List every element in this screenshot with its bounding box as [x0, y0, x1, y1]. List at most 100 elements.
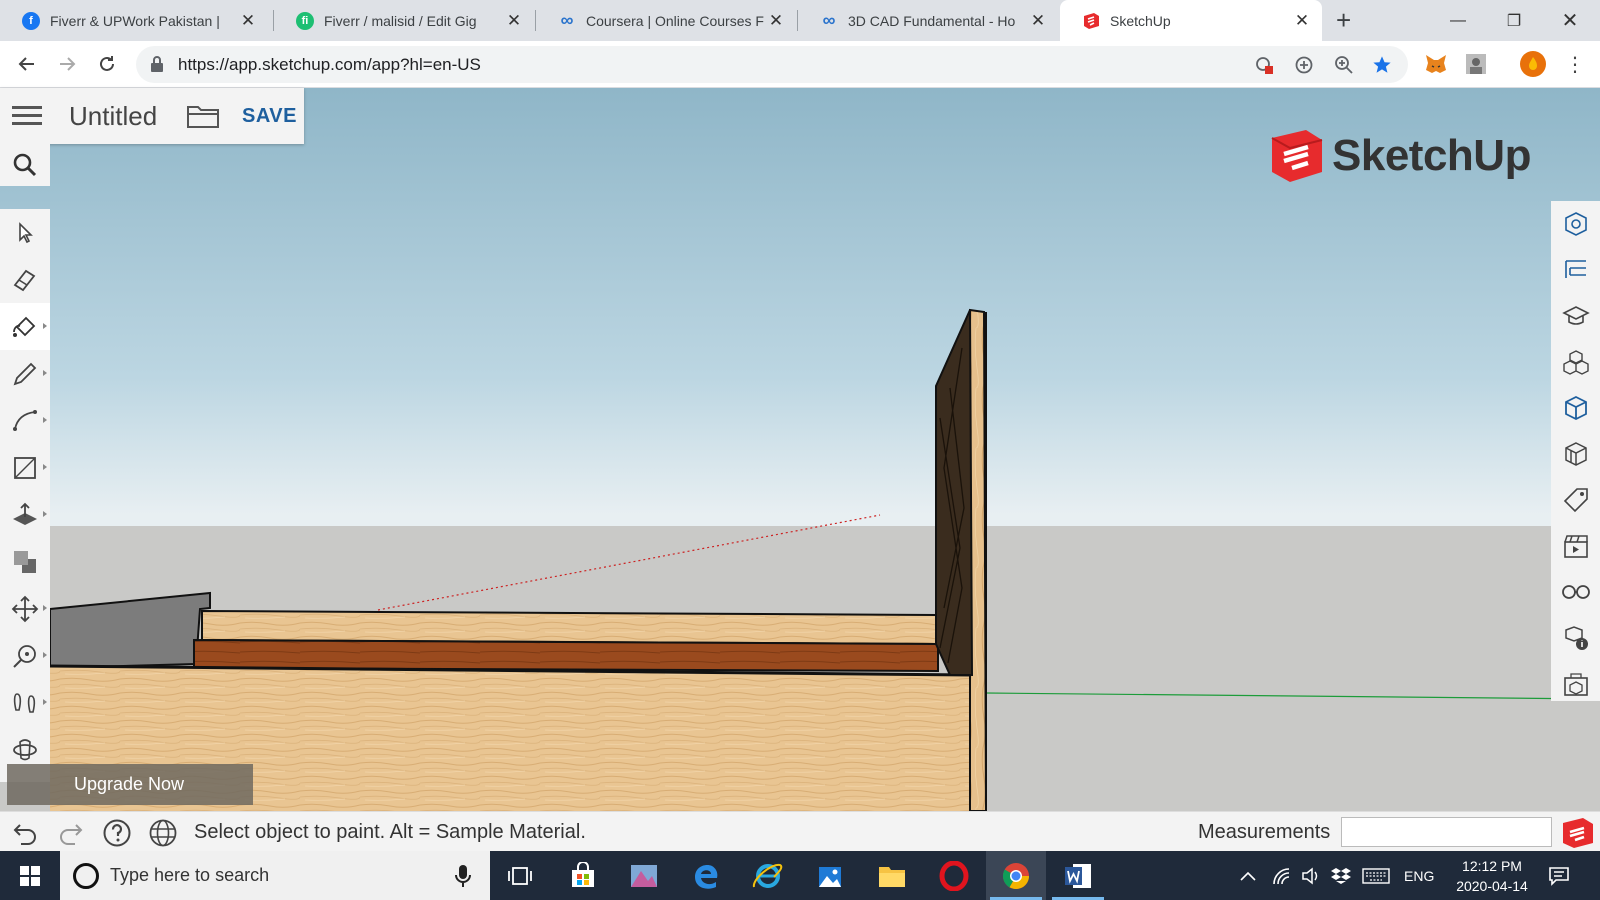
back-button[interactable]	[13, 50, 41, 78]
measurements-input[interactable]	[1341, 817, 1552, 847]
forward-button[interactable]	[53, 50, 81, 78]
sketchup-viewport[interactable]	[0, 88, 1600, 811]
materials-panel-button[interactable]	[1551, 385, 1600, 431]
push-pull-tool[interactable]	[0, 491, 50, 538]
3d-model-scene[interactable]	[0, 88, 1600, 811]
arc-icon	[13, 409, 37, 431]
url-text[interactable]: https://app.sketchup.com/app?hl=en-US	[178, 55, 481, 75]
tag-icon	[1563, 488, 1588, 513]
language-button[interactable]	[148, 818, 178, 848]
close-tab-icon[interactable]: ✕	[1028, 11, 1048, 31]
network-icon[interactable]	[1272, 851, 1292, 900]
select-tool[interactable]	[0, 209, 50, 256]
pencil-tool[interactable]	[0, 350, 50, 397]
eraser-tool[interactable]	[0, 256, 50, 303]
move-tool[interactable]	[0, 585, 50, 632]
clock[interactable]: 12:12 PM 2020-04-14	[1452, 856, 1532, 896]
word-app[interactable]	[1048, 851, 1108, 900]
green-axis-line	[985, 692, 1600, 700]
volume-icon[interactable]	[1301, 851, 1321, 900]
components-panel-button[interactable]	[1551, 339, 1600, 385]
open-folder-icon[interactable]	[186, 103, 220, 129]
windows-taskbar: Type here to search ENG 12:12 PM 2020-04…	[0, 851, 1600, 900]
upgrade-now-button[interactable]: Upgrade Now	[7, 764, 253, 805]
opera-app[interactable]	[924, 851, 984, 900]
profile-avatar[interactable]	[1519, 50, 1547, 78]
reload-button[interactable]	[93, 50, 121, 78]
scenes-panel-button[interactable]	[1551, 523, 1600, 569]
instructor-panel-button[interactable]	[1551, 293, 1600, 339]
outliner-panel-button[interactable]	[1551, 247, 1600, 293]
offset-tool[interactable]	[0, 538, 50, 585]
search-placeholder: Type here to search	[110, 865, 270, 885]
dropbox-icon[interactable]	[1331, 851, 1351, 900]
microphone-icon[interactable]	[455, 864, 471, 888]
tab-title: Fiverr & UPWork Pakistan |	[50, 12, 220, 29]
dark-board	[193, 638, 939, 673]
redo-button[interactable]	[56, 818, 86, 848]
close-tab-icon[interactable]: ✕	[1292, 11, 1312, 31]
red-axis-line	[377, 514, 881, 611]
help-button[interactable]	[102, 818, 132, 848]
redo-icon	[60, 824, 83, 845]
hamburger-menu-icon[interactable]	[12, 102, 42, 130]
file-explorer-app[interactable]	[862, 851, 922, 900]
close-tab-icon[interactable]: ✕	[766, 11, 786, 31]
undo-button[interactable]	[10, 818, 40, 848]
image-viewer-icon	[819, 866, 841, 887]
action-center-button[interactable]	[1548, 851, 1570, 900]
metamask-extension-icon[interactable]	[1422, 50, 1450, 78]
right-panel-tray	[1551, 201, 1600, 701]
tab-fiverr-upwork-pakistan[interactable]: f Fiverr & UPWork Pakistan | ✕	[0, 0, 268, 41]
internet-explorer-app[interactable]	[738, 851, 798, 900]
photos-app[interactable]	[614, 851, 674, 900]
display-panel-button[interactable]	[1551, 569, 1600, 615]
blocked-content-icon[interactable]	[1254, 55, 1274, 75]
sketchup-logo: SketchUp	[1270, 127, 1531, 185]
chrome-app[interactable]	[986, 851, 1046, 900]
walk-tool[interactable]	[0, 679, 50, 726]
new-tab-button[interactable]: +	[1336, 6, 1351, 34]
arc-tool[interactable]	[0, 397, 50, 444]
outliner-icon	[1564, 260, 1586, 278]
zoom-icon[interactable]	[1334, 55, 1354, 75]
styles-panel-button[interactable]	[1551, 431, 1600, 477]
paint-bucket-tool[interactable]	[0, 303, 50, 350]
close-window-button[interactable]: ✕	[1542, 0, 1598, 41]
edge-legacy-app[interactable]	[676, 851, 736, 900]
browser-menu-button[interactable]: ⋮	[1561, 50, 1589, 78]
model-info-panel-button[interactable]	[1551, 615, 1600, 661]
input-language[interactable]: ENG	[1404, 851, 1434, 900]
restore-button[interactable]: ❐	[1486, 0, 1542, 41]
tab-coursera[interactable]: ∞ Coursera | Online Courses F ✕	[536, 0, 796, 41]
rectangle-tool[interactable]	[0, 444, 50, 491]
close-tab-icon[interactable]: ✕	[238, 11, 258, 31]
solid-inspector-panel-button[interactable]	[1551, 661, 1600, 707]
save-button[interactable]: SAVE	[242, 105, 297, 128]
close-tab-icon[interactable]: ✕	[504, 11, 524, 31]
taskbar-search-box[interactable]: Type here to search	[60, 851, 490, 900]
install-app-icon[interactable]	[1294, 55, 1314, 75]
minimize-button[interactable]: —	[1430, 0, 1486, 41]
tab-sketchup[interactable]: SketchUp ✕	[1060, 0, 1322, 41]
tape-measure-tool[interactable]	[0, 632, 50, 679]
blue-app[interactable]	[800, 851, 860, 900]
reload-icon	[100, 56, 114, 71]
start-button[interactable]	[0, 851, 60, 900]
tab-fiverr-edit-gig[interactable]: fi Fiverr / malisid / Edit Gig ✕	[274, 0, 534, 41]
extension-icon[interactable]	[1462, 50, 1490, 78]
browser-tab-strip: f Fiverr & UPWork Pakistan | ✕ fi Fiverr…	[0, 0, 1600, 41]
keyboard-icon[interactable]	[1362, 851, 1390, 900]
sketchup-status-icon[interactable]	[1562, 817, 1594, 849]
show-hidden-icons[interactable]	[1240, 851, 1256, 900]
document-title[interactable]: Untitled	[69, 101, 157, 132]
tab-3d-cad-fundamental[interactable]: ∞ 3D CAD Fundamental - Ho ✕	[798, 0, 1058, 41]
bookmark-star-icon[interactable]	[1372, 55, 1392, 75]
task-view-button[interactable]	[490, 851, 550, 900]
entity-info-panel-button[interactable]	[1551, 201, 1600, 247]
tags-panel-button[interactable]	[1551, 477, 1600, 523]
microsoft-store-app[interactable]	[553, 851, 613, 900]
search-button[interactable]	[0, 144, 50, 186]
facebook-icon: f	[22, 11, 40, 30]
address-bar[interactable]: https://app.sketchup.com/app?hl=en-US	[136, 46, 1408, 83]
